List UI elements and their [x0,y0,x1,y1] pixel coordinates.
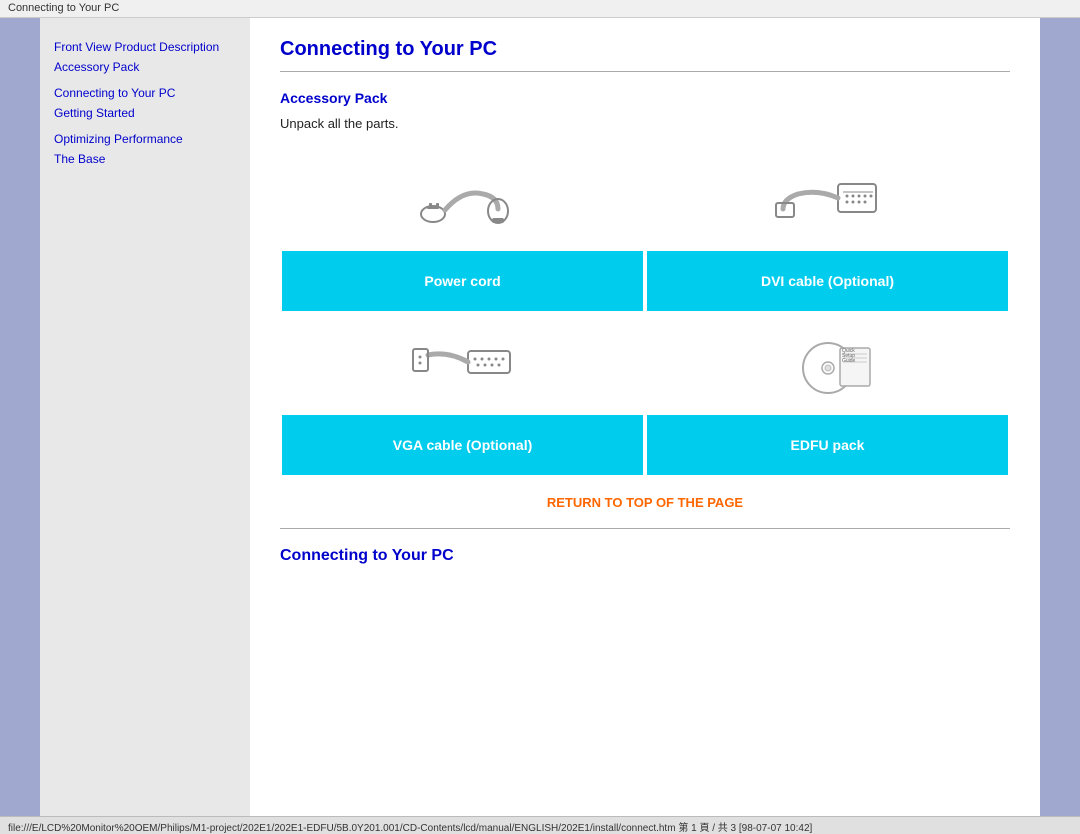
sidebar: Front View Product Description Accessory… [40,18,250,816]
status-bar-text: file:///E/LCD%20Monitor%20OEM/Philips/M1… [8,823,812,834]
sidebar-link-accessory-pack[interactable]: Accessory Pack [54,58,236,76]
power-cord-label: Power cord [280,249,645,313]
section-2-title: Connecting to Your PC [280,547,1010,565]
sidebar-link-optimizing[interactable]: Optimizing Performance [54,130,236,148]
power-cord-image [280,149,645,249]
right-accent [1040,18,1080,816]
dvi-cable-cell: DVI cable (Optional) [645,149,1010,313]
divider-1 [280,71,1010,72]
svg-text:Guide: Guide [842,358,856,364]
vga-cable-cell: VGA cable (Optional) [280,313,645,477]
sidebar-link-getting-started[interactable]: Getting Started [54,104,236,122]
edfu-pack-icon: Quick Setup Guide [768,323,888,403]
vga-cable-icon [403,323,523,403]
dvi-cable-icon [768,159,888,239]
dvi-cable-label: DVI cable (Optional) [645,249,1010,313]
edfu-pack-label: EDFU pack [645,413,1010,477]
vga-cable-image [280,313,645,413]
sidebar-link-front-view[interactable]: Front View Product Description [54,38,236,56]
page-title: Connecting to Your PC [280,38,1010,61]
sidebar-link-connecting[interactable]: Connecting to Your PC [54,84,236,102]
items-grid: Power cord [280,149,1010,477]
power-cord-cell: Power cord [280,149,645,313]
sidebar-link-base[interactable]: The Base [54,150,236,168]
left-accent [0,18,40,816]
edfu-pack-image: Quick Setup Guide [645,313,1010,413]
vga-cable-label: VGA cable (Optional) [280,413,645,477]
title-bar: Connecting to Your PC [0,0,1080,18]
return-to-top-link[interactable]: RETURN TO TOP OF THE PAGE [280,495,1010,510]
divider-2 [280,528,1010,529]
sidebar-group-1: Front View Product Description Accessory… [54,38,236,76]
sidebar-group-2: Connecting to Your PC Getting Started [54,84,236,122]
status-bar: file:///E/LCD%20Monitor%20OEM/Philips/M1… [0,816,1080,834]
edfu-pack-cell: Quick Setup Guide EDFU pack [645,313,1010,477]
section-1-title: Accessory Pack [280,90,1010,106]
power-cord-icon [403,159,523,239]
sidebar-group-3: Optimizing Performance The Base [54,130,236,168]
title-bar-text: Connecting to Your PC [8,2,119,14]
unpack-text: Unpack all the parts. [280,116,1010,131]
dvi-cable-image [645,149,1010,249]
main-layout: Front View Product Description Accessory… [0,18,1080,816]
content-area: Connecting to Your PC Accessory Pack Unp… [250,18,1040,816]
